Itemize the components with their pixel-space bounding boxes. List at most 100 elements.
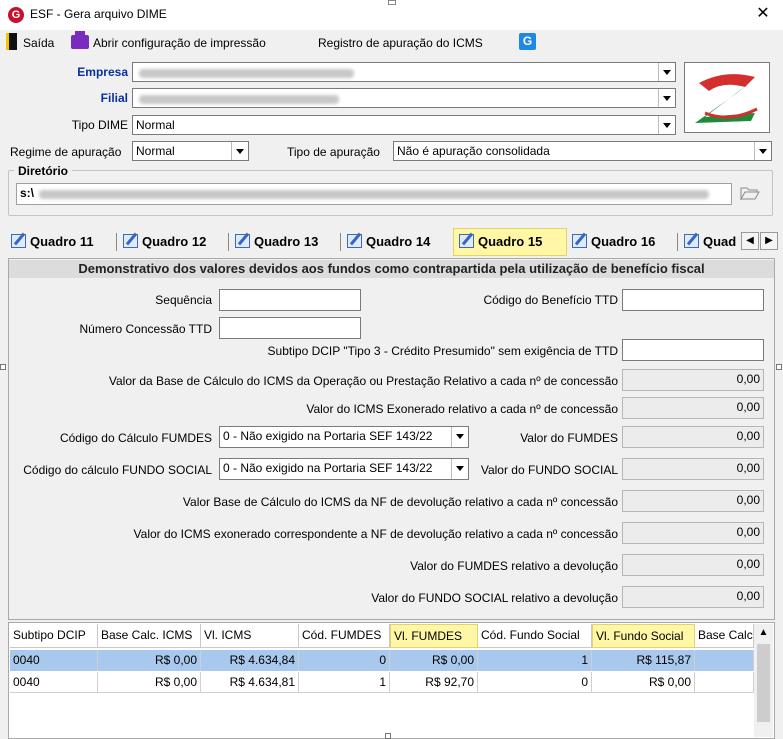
tab-quadro-11[interactable]: Quadro 11: [11, 230, 94, 254]
edit-form-icon: [347, 234, 362, 248]
chevron-down-icon[interactable]: [231, 142, 248, 160]
diretorio-redacted-path: [39, 190, 709, 199]
tab-quadro-next[interactable]: Quad: [684, 230, 740, 254]
chevron-down-icon[interactable]: [658, 89, 675, 107]
table-cell[interactable]: R$ 0,00: [390, 650, 478, 671]
table-cell[interactable]: 1: [478, 650, 592, 671]
tab-quadro-15[interactable]: Quadro 15: [459, 230, 542, 254]
tipo-apuracao-label: Tipo de apuração: [287, 145, 380, 159]
filial-redacted-value: [139, 95, 339, 104]
cod-fundo-social-select[interactable]: 0 - Não exigido na Portaria SEF 143/22: [219, 458, 469, 480]
app-logo-icon: G: [8, 7, 24, 23]
icms-exonerado-input[interactable]: 0,00: [622, 397, 764, 419]
tipo-apuracao-value: Não é apuração consolidada: [397, 144, 550, 158]
sequencia-input[interactable]: [219, 289, 361, 311]
tab-quadro-14[interactable]: Quadro 14: [347, 230, 430, 254]
resize-handle-right[interactable]: [776, 364, 782, 370]
tab-quadro-12[interactable]: Quadro 12: [123, 230, 206, 254]
chevron-down-icon[interactable]: [658, 116, 675, 134]
cod-fumdes-select[interactable]: 0 - Não exigido na Portaria SEF 143/22: [219, 426, 469, 448]
fundo-social-devolucao-label: Valor do FUNDO SOCIAL relativo a devoluç…: [371, 591, 618, 605]
valor-fundo-social-input[interactable]: 0,00: [622, 458, 764, 480]
table-cell[interactable]: 0: [299, 650, 390, 671]
table-cell[interactable]: R$ 4.634,81: [201, 672, 299, 693]
resize-handle-bottom[interactable]: [385, 733, 391, 739]
printer-icon[interactable]: [71, 31, 89, 49]
panel-title: Demonstrativo dos valores devidos aos fu…: [9, 260, 774, 278]
tab-scroll-left-button[interactable]: ◀: [741, 232, 759, 250]
column-header-vl-icms[interactable]: Vl. ICMS: [201, 624, 299, 648]
tab-separator: [340, 233, 341, 251]
tab-scroll-right-button[interactable]: ▶: [760, 232, 778, 250]
cod-fumdes-value: 0 - Não exigido na Portaria SEF 143/22: [223, 429, 433, 443]
empresa-select[interactable]: [132, 62, 676, 82]
column-header-vl-fumdes[interactable]: Vl. FUMDES: [390, 624, 478, 648]
column-header-base-calc-icms[interactable]: Base Calc. ICMS: [98, 624, 201, 648]
filial-select[interactable]: [132, 88, 676, 108]
table-cell[interactable]: R$ 0,00: [98, 650, 201, 671]
table-cell[interactable]: 0: [478, 672, 592, 693]
tab-quadro-16[interactable]: Quadro 16: [572, 230, 655, 254]
esf-logo-icon: [695, 74, 758, 123]
chevron-down-icon[interactable]: [754, 142, 771, 160]
company-logo: [684, 62, 770, 133]
base-nf-devolucao-value: 0,00: [736, 493, 760, 507]
exit-button[interactable]: Saída: [23, 34, 54, 52]
fumdes-devolucao-value: 0,00: [736, 557, 760, 571]
base-calculo-value: 0,00: [736, 372, 760, 386]
edit-form-icon: [684, 234, 699, 248]
filial-label: Filial: [100, 91, 128, 105]
diretorio-input[interactable]: s:\: [16, 183, 732, 205]
subtipo-dcip-input[interactable]: [622, 339, 764, 361]
table-cell[interactable]: R$ 92,70: [390, 672, 478, 693]
tab-quadro-13[interactable]: Quadro 13: [235, 230, 318, 254]
scrollbar-thumb[interactable]: [757, 644, 770, 722]
valor-fundo-social-value: 0,00: [736, 461, 760, 475]
chevron-down-icon[interactable]: [658, 63, 675, 81]
table-cell[interactable]: 0040: [10, 650, 98, 671]
base-calculo-input[interactable]: 0,00: [622, 369, 764, 391]
regime-select[interactable]: Normal: [132, 141, 249, 161]
diretorio-label: Diretório: [14, 164, 73, 178]
fundo-social-devolucao-input[interactable]: 0,00: [622, 586, 764, 608]
icms-exonerado-nf-input[interactable]: 0,00: [622, 522, 764, 544]
resize-handle-top[interactable]: [388, 0, 396, 5]
codigo-beneficio-input[interactable]: [622, 289, 764, 311]
grid-vertical-scrollbar[interactable]: ▲: [754, 624, 773, 737]
table-cell[interactable]: [695, 672, 754, 693]
column-header-base-calc[interactable]: Base Calc: [695, 624, 754, 648]
column-header-cod-fumdes[interactable]: Cód. FUMDES: [299, 624, 390, 648]
g-app-icon[interactable]: G: [519, 33, 536, 50]
table-cell[interactable]: R$ 4.634,84: [201, 650, 299, 671]
folder-open-icon[interactable]: [740, 186, 762, 202]
chevron-down-icon[interactable]: [451, 427, 468, 447]
table-cell[interactable]: 1: [299, 672, 390, 693]
chevron-down-icon[interactable]: [451, 459, 468, 479]
column-header-subtipo[interactable]: Subtipo DCIP: [10, 624, 98, 648]
table-cell[interactable]: R$ 115,87: [592, 650, 695, 671]
fumdes-devolucao-input[interactable]: 0,00: [622, 554, 764, 576]
column-header-cod-fundo-social[interactable]: Cód. Fundo Social: [478, 624, 592, 648]
print-config-button[interactable]: Abrir configuração de impressão: [93, 34, 266, 52]
exit-door-icon[interactable]: [6, 33, 17, 50]
table-cell[interactable]: [695, 650, 754, 671]
valor-fumdes-input[interactable]: 0,00: [622, 426, 764, 448]
edit-form-icon: [459, 234, 474, 248]
table-cell[interactable]: R$ 0,00: [592, 672, 695, 693]
base-nf-devolucao-label: Valor Base de Cálculo do ICMS da NF de d…: [182, 495, 618, 509]
tipo-apuracao-select[interactable]: Não é apuração consolidada: [393, 141, 772, 161]
codigo-beneficio-label: Código do Benefício TTD: [483, 293, 618, 307]
base-calculo-label: Valor da Base de Cálculo do ICMS da Oper…: [108, 374, 618, 388]
table-cell[interactable]: R$ 0,00: [98, 672, 201, 693]
close-button[interactable]: ✕: [750, 3, 776, 27]
icms-exonerado-nf-value: 0,00: [736, 525, 760, 539]
icms-register-button[interactable]: Registro de apuração do ICMS: [318, 34, 483, 52]
sequencia-label: Sequência: [155, 293, 212, 307]
base-nf-devolucao-input[interactable]: 0,00: [622, 490, 764, 512]
tipo-dime-select[interactable]: Normal: [132, 115, 676, 135]
chevron-up-icon[interactable]: ▲: [754, 624, 773, 642]
table-cell[interactable]: 0040: [10, 672, 98, 693]
column-header-vl-fundo-social[interactable]: Vl. Fundo Social: [592, 624, 695, 648]
resize-handle-left[interactable]: [0, 364, 6, 370]
numero-concessao-input[interactable]: [219, 317, 361, 339]
